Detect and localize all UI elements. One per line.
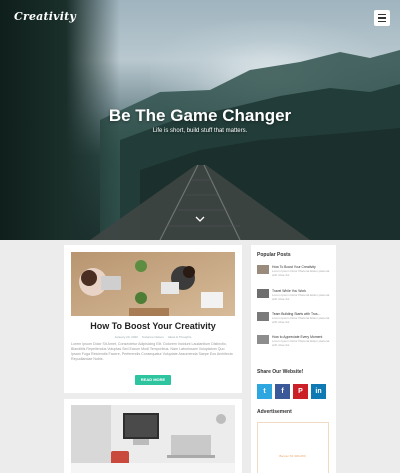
facebook-icon[interactable]: f — [275, 384, 290, 399]
post-category[interactable]: Ideas & Thoughts — [168, 335, 191, 339]
twitter-icon[interactable]: t — [257, 384, 272, 399]
popular-post-thumbnail — [257, 265, 269, 274]
hero-banner: Creativity Be The Game Changer Life is s… — [0, 0, 400, 240]
read-more-button[interactable]: READ MORE — [135, 375, 171, 385]
post-image[interactable] — [71, 252, 235, 316]
post-date: January 20, 2020 — [114, 335, 138, 339]
popular-post-thumbnail — [257, 335, 269, 344]
post-card — [64, 399, 242, 473]
advertisement-label: Banner 60 300x250 — [279, 454, 306, 458]
post-image[interactable] — [71, 405, 235, 473]
post-meta: January 20, 2020 Suzanne Nelson Ideas & … — [64, 335, 242, 339]
popular-post-item[interactable]: How To Boost Your Creativity Lorem Ipsum… — [257, 265, 333, 285]
popular-post-excerpt: Lorem Ipsum Dolor Placerat Etiam placera… — [272, 269, 330, 277]
share-heading: Share Our Website! — [257, 369, 304, 375]
popular-posts-heading: Popular Posts — [257, 252, 291, 258]
site-logo[interactable]: Creativity — [14, 10, 76, 23]
popular-post-excerpt: Lorem Ipsum Dolor Placerat Etiam placera… — [272, 316, 330, 324]
post-excerpt: Lorem Ipsum Dolor Sit Amet, Consectetur … — [71, 342, 233, 361]
popular-post-item[interactable]: How to Appreciate Every Moment Lorem Ips… — [257, 335, 333, 355]
popular-post-excerpt: Lorem Ipsum Dolor Placerat Etiam placera… — [272, 293, 330, 301]
hero-subtitle: Life is short, build stuff that matters. — [152, 128, 248, 134]
popular-post-excerpt: Lorem Ipsum Dolor Placerat Etiam placera… — [272, 339, 330, 347]
advertisement-banner[interactable]: Banner 60 300x250 — [257, 422, 329, 473]
menu-button[interactable] — [374, 10, 390, 26]
popular-post-thumbnail — [257, 312, 269, 321]
popular-post-item[interactable]: Travel While You Work Lorem Ipsum Dolor … — [257, 289, 333, 309]
post-title[interactable]: How To Boost Your Creativity — [64, 321, 242, 331]
hamburger-icon — [378, 13, 386, 16]
pinterest-icon[interactable]: P — [293, 384, 308, 399]
chevron-down-icon[interactable] — [195, 215, 205, 223]
hero-title: Be The Game Changer — [108, 106, 292, 125]
post-card: How To Boost Your Creativity January 20,… — [64, 245, 242, 393]
sidebar: Popular Posts How To Boost Your Creativi… — [251, 245, 336, 473]
post-author[interactable]: Suzanne Nelson — [142, 335, 164, 339]
linkedin-icon[interactable]: in — [311, 384, 326, 399]
popular-post-item[interactable]: Team Building Starts with Trus... Lorem … — [257, 312, 333, 332]
advertisement-heading: Advertisement — [257, 409, 292, 415]
share-buttons: t f P in — [257, 384, 326, 399]
popular-post-thumbnail — [257, 289, 269, 298]
